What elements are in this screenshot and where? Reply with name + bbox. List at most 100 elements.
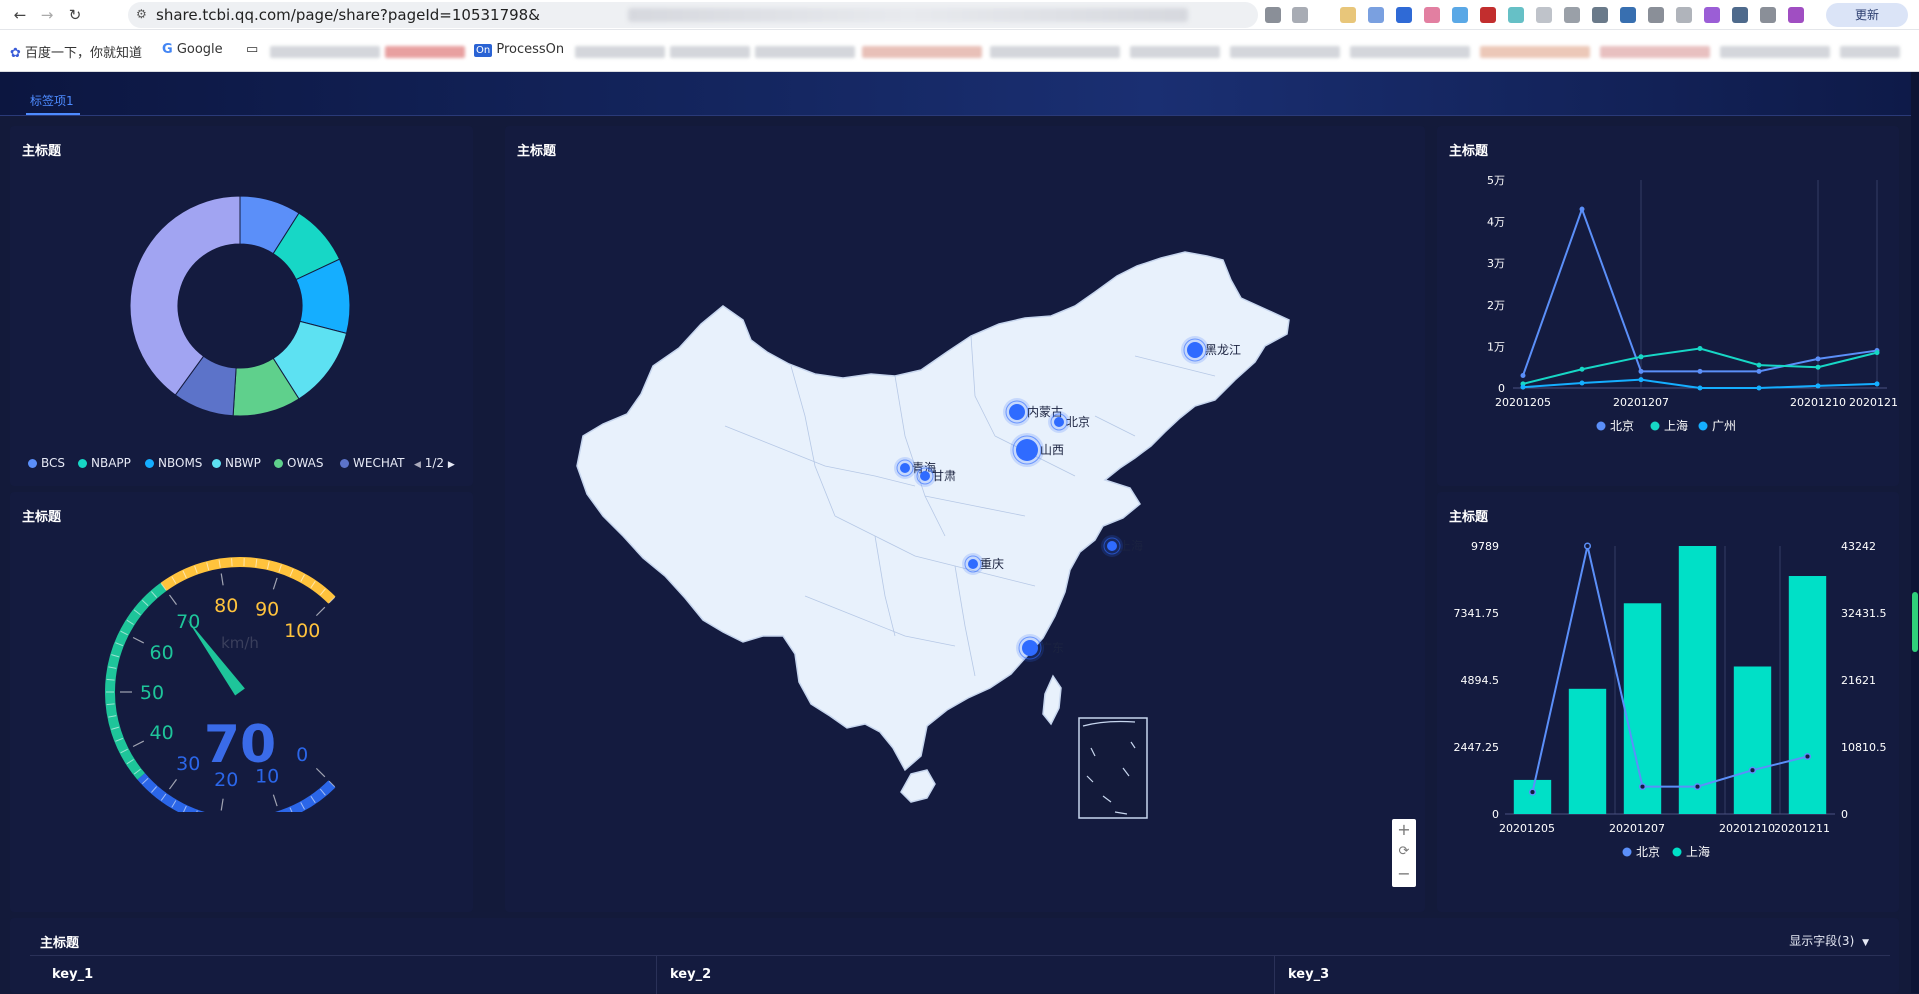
legend-item[interactable]: NBWP <box>212 456 261 470</box>
series-point <box>1580 367 1585 372</box>
column-header-key-3[interactable]: key_3 <box>1288 967 1329 982</box>
legend-next-icon[interactable]: ▶ <box>448 460 455 470</box>
extension-icon[interactable] <box>1265 7 1281 23</box>
legend-item[interactable]: BCS <box>28 456 65 470</box>
series-point <box>1580 207 1585 212</box>
gauge-band-high <box>164 562 332 600</box>
x-tick-label: 20201205 <box>1499 822 1555 835</box>
legend-item[interactable]: NBOMS <box>145 456 202 470</box>
series-point <box>1757 363 1762 368</box>
bar <box>1789 576 1826 814</box>
bookmark-redacted <box>670 46 750 58</box>
reload-icon[interactable]: ↻ <box>65 5 85 25</box>
legend-label: OWAS <box>287 456 323 470</box>
gauge-tick-label: 80 <box>214 595 238 617</box>
zoom-in-icon[interactable]: + <box>1392 819 1416 841</box>
extension-icon[interactable] <box>1424 7 1440 23</box>
series-point <box>1580 381 1585 386</box>
legend-dot <box>78 459 87 468</box>
extension-icon[interactable] <box>1564 7 1580 23</box>
panel-title: 主标题 <box>22 140 61 159</box>
legend-item[interactable]: OWAS <box>274 456 323 470</box>
url-redacted <box>628 8 1188 22</box>
gauge-major-tick <box>273 795 277 806</box>
extension-icon[interactable] <box>1536 7 1552 23</box>
map-point-dot <box>1016 439 1038 461</box>
x-tick-label: 20201210 <box>1790 396 1846 409</box>
extension-icon[interactable] <box>1508 7 1524 23</box>
legend-dot <box>1623 848 1632 857</box>
y-left-tick-label: 7341.75 <box>1454 607 1500 620</box>
gauge-major-tick <box>133 638 144 643</box>
extension-icon[interactable] <box>1620 7 1636 23</box>
map-zoom-controls: + ⟳ − <box>1392 819 1416 887</box>
extension-icon[interactable] <box>1648 7 1664 23</box>
reset-icon[interactable]: ⟳ <box>1392 841 1416 863</box>
bookmark-processon[interactable]: On ProcessOn <box>474 42 564 57</box>
legend-pager[interactable]: ◀ 1/2 ▶ <box>414 456 455 470</box>
extension-icon[interactable] <box>1704 7 1720 23</box>
back-icon[interactable]: ← <box>10 5 30 25</box>
series-point <box>1805 754 1811 760</box>
series-point <box>1698 369 1703 374</box>
y-tick-label: 0 <box>1498 382 1505 395</box>
legend-label: BCS <box>41 456 65 470</box>
gauge-chart: 0102030405060708090100km/h70 <box>80 552 400 812</box>
legend-item[interactable]: WECHAT <box>340 456 404 470</box>
forward-icon[interactable]: → <box>37 5 57 25</box>
gauge-major-tick <box>169 779 176 789</box>
map-point: 上海 <box>1101 535 1143 557</box>
series-point <box>1521 385 1526 390</box>
site-info-icon[interactable]: ⚙ <box>136 7 147 21</box>
zoom-out-icon[interactable]: − <box>1392 863 1416 885</box>
folder-icon[interactable]: ▭ <box>246 42 258 57</box>
bookmark-baidu[interactable]: ✿ 百度一下，你就知道 <box>10 42 142 61</box>
extension-icon[interactable] <box>1452 7 1468 23</box>
extension-icon[interactable] <box>1676 7 1692 23</box>
gauge-tick-label: 40 <box>149 722 173 744</box>
tab-1[interactable]: 标签项1 <box>30 92 74 109</box>
y-tick-label: 2万 <box>1487 299 1505 312</box>
legend-label: 北京 <box>1610 419 1634 433</box>
bookmark-google[interactable]: G Google <box>162 42 223 57</box>
y-right-tick-label: 43242 <box>1841 540 1876 553</box>
map-point-label: 重庆 <box>980 557 1004 571</box>
china-map[interactable]: 黑龙江内蒙古北京山西青海甘肃上海重庆广东 <box>575 236 1355 836</box>
legend-item[interactable]: NBAPP <box>78 456 131 470</box>
legend-dot <box>145 459 154 468</box>
map-point-dot <box>920 471 930 481</box>
extension-icon[interactable] <box>1732 7 1748 23</box>
show-fields-dropdown[interactable]: 显示字段(3) ▼ <box>1789 932 1869 949</box>
extension-icon[interactable] <box>1340 7 1356 23</box>
extension-icon[interactable] <box>1368 7 1384 23</box>
column-header-key-2[interactable]: key_2 <box>670 967 711 982</box>
page-scrollbar[interactable] <box>1911 72 1919 993</box>
gauge-value: 70 <box>204 715 276 775</box>
extension-icon[interactable] <box>1592 7 1608 23</box>
address-bar[interactable]: ⚙ share.tcbi.qq.com/page/share?pageId=10… <box>128 2 1258 28</box>
extension-icon[interactable] <box>1396 7 1412 23</box>
series-point <box>1875 350 1880 355</box>
dashboard-tab-bar: 标签项1 <box>0 72 1919 116</box>
extension-icon[interactable] <box>1292 7 1308 23</box>
extension-icon[interactable] <box>1480 7 1496 23</box>
gauge-major-tick <box>169 595 176 605</box>
series-point <box>1816 365 1821 370</box>
map-point-dot <box>1009 404 1025 420</box>
panel-title: 主标题 <box>1449 506 1488 525</box>
y-tick-label: 5万 <box>1487 174 1505 187</box>
legend-dot <box>274 459 283 468</box>
y-right-tick-label: 0 <box>1841 808 1848 821</box>
browser-update-button[interactable]: 更新 <box>1826 3 1908 27</box>
series-point <box>1695 784 1701 790</box>
x-tick-label: 20201210 <box>1719 822 1775 835</box>
bar <box>1569 689 1606 814</box>
gauge-major-tick <box>221 799 223 811</box>
scrollbar-thumb[interactable] <box>1912 592 1918 652</box>
gauge-tick-label: 60 <box>149 642 173 664</box>
y-left-tick-label: 9789 <box>1471 540 1499 553</box>
column-header-key-1[interactable]: key_1 <box>52 967 93 982</box>
extension-icon[interactable] <box>1760 7 1776 23</box>
legend-prev-icon[interactable]: ◀ <box>414 460 421 470</box>
extension-icon[interactable] <box>1788 7 1804 23</box>
